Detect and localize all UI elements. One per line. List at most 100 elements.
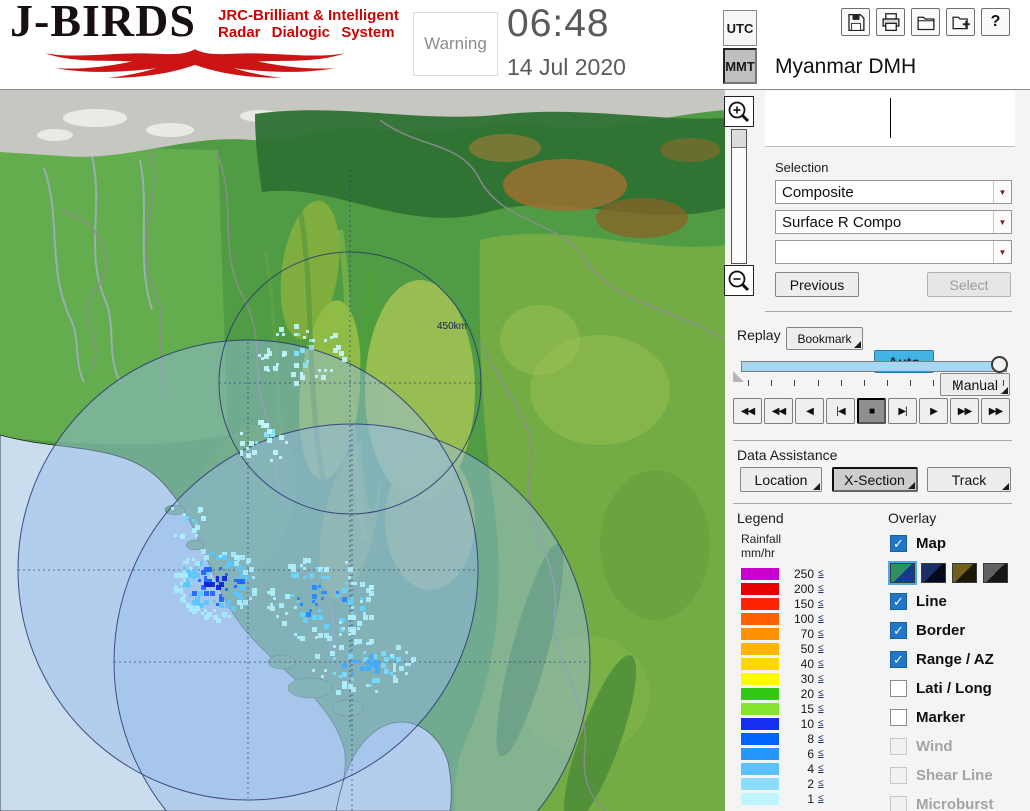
legend-color-swatch	[741, 792, 779, 805]
play-reverse-button[interactable]: |◀	[826, 398, 855, 424]
jump-to-end-button[interactable]: ▶▶	[981, 398, 1010, 424]
lte-glyph: ≤	[818, 703, 824, 714]
legend-unit-2: mm/hr	[741, 546, 775, 560]
app-logo-subtitle: JRC-Brilliant & Intelligent Radar Dialog…	[218, 7, 399, 41]
replay-timeline[interactable]	[741, 361, 1007, 372]
chevron-down-icon[interactable]	[993, 181, 1011, 203]
product-dropdown[interactable]: Surface R Compo	[775, 210, 1012, 234]
bookmark-button[interactable]: Bookmark	[786, 327, 863, 350]
legend-value: 10	[800, 716, 814, 731]
lte-glyph: ≤	[818, 658, 824, 669]
message-box[interactable]	[765, 91, 1015, 147]
legend-value: 8	[807, 731, 814, 746]
legend-value: 1	[807, 791, 814, 806]
tick-mark	[979, 380, 981, 386]
zoom-out-button[interactable]	[724, 265, 754, 296]
range-az-checkbox[interactable]: ✓	[890, 651, 907, 668]
track-button[interactable]: Track	[927, 467, 1011, 492]
lte-glyph: ≤	[818, 673, 824, 684]
open-folder-icon	[916, 16, 935, 30]
composite-dropdown[interactable]: Composite	[775, 180, 1012, 204]
import-image-button[interactable]	[946, 8, 975, 36]
open-folder-button[interactable]	[911, 8, 940, 36]
legend-row: 250 ≤	[741, 566, 824, 581]
legend-row: 40 ≤	[741, 656, 824, 671]
map-checkbox[interactable]: ✓	[890, 535, 907, 552]
overlay-options: ✓ Map ✓ Line ✓ Border ✓ Range / AZ Lati / Long Ma…	[888, 529, 1008, 811]
overlay-row-microburst: Microburst	[890, 790, 1008, 811]
import-image-icon	[951, 16, 970, 29]
lte-glyph: ≤	[818, 793, 824, 804]
print-icon	[881, 12, 900, 31]
mmt-button[interactable]: MMT	[723, 48, 757, 84]
select-button[interactable]: Select	[927, 272, 1011, 297]
legend-color-swatch	[741, 702, 779, 715]
legend-value: 100	[793, 611, 814, 626]
utc-button[interactable]: UTC	[723, 10, 757, 46]
legend-color-swatch	[741, 642, 779, 655]
previous-button[interactable]: Previous	[775, 272, 859, 297]
legend-value: 6	[807, 746, 814, 761]
legend-row: 200 ≤	[741, 581, 824, 596]
lte-glyph: ≤	[818, 583, 824, 594]
dropdown-value	[776, 241, 993, 263]
help-icon: ?	[990, 13, 1001, 30]
play-button[interactable]: ▶|	[888, 398, 917, 424]
timeline-thumb[interactable]	[991, 356, 1008, 373]
tick-mark	[933, 380, 935, 386]
help-button[interactable]: ?	[981, 8, 1010, 36]
x-section-button[interactable]: X-Section	[831, 467, 918, 492]
radar-map[interactable]: 450km	[0, 90, 725, 811]
save-button[interactable]	[841, 8, 870, 36]
legend-value: 30	[800, 671, 814, 686]
lte-glyph: ≤	[818, 643, 824, 654]
print-button[interactable]	[876, 8, 905, 36]
zoom-out-icon	[728, 270, 750, 291]
stop-button[interactable]: ■	[857, 398, 886, 424]
style-gray-button[interactable]	[983, 562, 1008, 583]
line-checkbox[interactable]: ✓	[890, 593, 907, 610]
chevron-down-icon[interactable]	[993, 211, 1011, 233]
jbirds-app: J-BIRDS JRC-Brilliant & Intelligent Rada…	[0, 0, 1030, 811]
style-terrain-button[interactable]	[888, 560, 917, 585]
range-az-label: Range / AZ	[916, 651, 994, 668]
header: J-BIRDS JRC-Brilliant & Intelligent Rada…	[0, 0, 1030, 90]
chevron-down-icon[interactable]	[993, 241, 1011, 263]
legend-row: 150 ≤	[741, 596, 824, 611]
step-back-button[interactable]: ◀	[795, 398, 824, 424]
style-navy-button[interactable]	[921, 562, 946, 583]
marker-label: Marker	[916, 709, 966, 726]
location-button[interactable]: Location	[740, 467, 822, 492]
fast-rewind-button[interactable]: ◀◀	[764, 398, 793, 424]
lte-glyph: ≤	[818, 613, 824, 624]
warning-button[interactable]: Warning	[413, 12, 498, 76]
border-checkbox[interactable]: ✓	[890, 622, 907, 639]
extra-dropdown[interactable]	[775, 240, 1012, 264]
legend-unit-1: Rainfall	[741, 532, 782, 546]
rainfall-legend: 250 ≤200 ≤150 ≤100 ≤70 ≤50 ≤40 ≤30 ≤20 ≤15 ≤10 ≤8 ≤6…	[741, 566, 824, 806]
jump-to-start-button[interactable]: ◀◀	[733, 398, 762, 424]
lte-glyph: ≤	[818, 688, 824, 699]
legend-value: 150	[793, 596, 814, 611]
overlay-row-line: ✓ Line	[890, 587, 1008, 616]
tick-mark	[794, 380, 796, 386]
zoom-slider-thumb[interactable]	[732, 130, 746, 148]
legend-value: 2	[807, 776, 814, 791]
legend-color-swatch	[741, 672, 779, 685]
step-forward-button[interactable]: ▶	[919, 398, 948, 424]
lte-glyph: ≤	[818, 763, 824, 774]
legend-row: 70 ≤	[741, 626, 824, 641]
legend-color-swatch	[741, 747, 779, 760]
overlay-row-wind: Wind	[890, 732, 1008, 761]
zoom-in-button[interactable]	[724, 96, 754, 127]
lte-glyph: ≤	[818, 748, 824, 759]
style-olive-button[interactable]	[952, 562, 977, 583]
lati-long-checkbox[interactable]	[890, 680, 907, 697]
lte-glyph: ≤	[818, 568, 824, 579]
marker-checkbox[interactable]	[890, 709, 907, 726]
tick-mark	[1002, 380, 1004, 386]
zoom-slider[interactable]	[731, 129, 747, 264]
logo-subtitle-1: JRC-Brilliant & Intelligent	[218, 7, 399, 24]
fast-forward-button[interactable]: ▶▶	[950, 398, 979, 424]
wind-checkbox	[890, 738, 907, 755]
